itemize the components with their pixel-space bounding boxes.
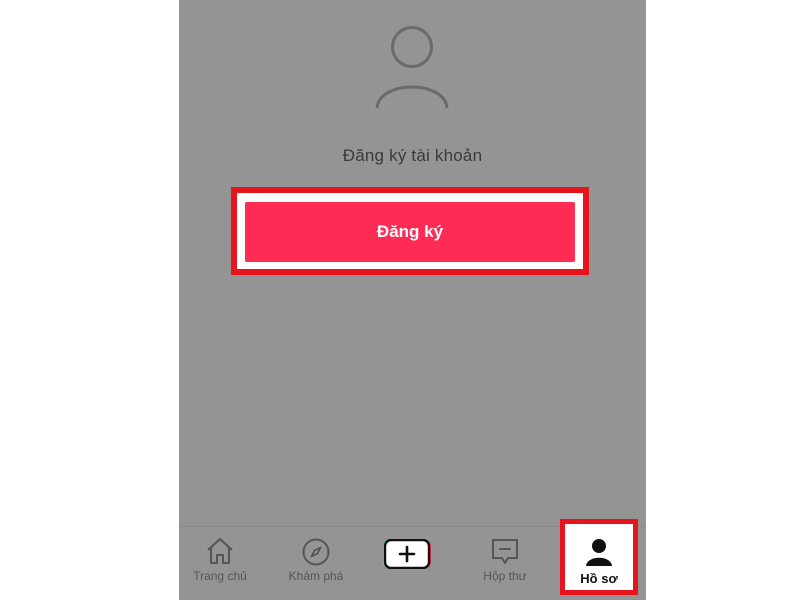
default-avatar-icon [374,24,450,110]
signup-prompt: Đăng ký tài khoản [342,146,483,165]
tab-discover-label: Khám phá [288,569,344,583]
tab-home[interactable]: Trang chủ [179,527,261,600]
compass-icon [301,537,331,572]
tab-home-label: Trang chủ [193,569,247,583]
create-button[interactable] [375,527,439,600]
tab-profile-label: Hồ sơ [580,571,618,586]
inbox-icon [490,537,520,572]
bottom-tab-bar: Trang chủ Khám phá Hộp thư Hồ sơ [179,519,646,600]
tab-inbox-label: Hộp thư [483,569,527,583]
home-icon [205,537,235,570]
tab-discover[interactable]: Khám phá [275,527,357,600]
tab-inbox[interactable]: Hộp thư [464,527,546,600]
plus-icon [382,538,432,570]
profile-icon [584,537,614,572]
signup-button[interactable]: Đăng ký [245,202,575,262]
profile-screen: Đăng ký tài khoản Đăng ký Trang chủ Khám… [179,0,646,600]
tab-profile[interactable]: Hồ sơ [560,527,638,600]
